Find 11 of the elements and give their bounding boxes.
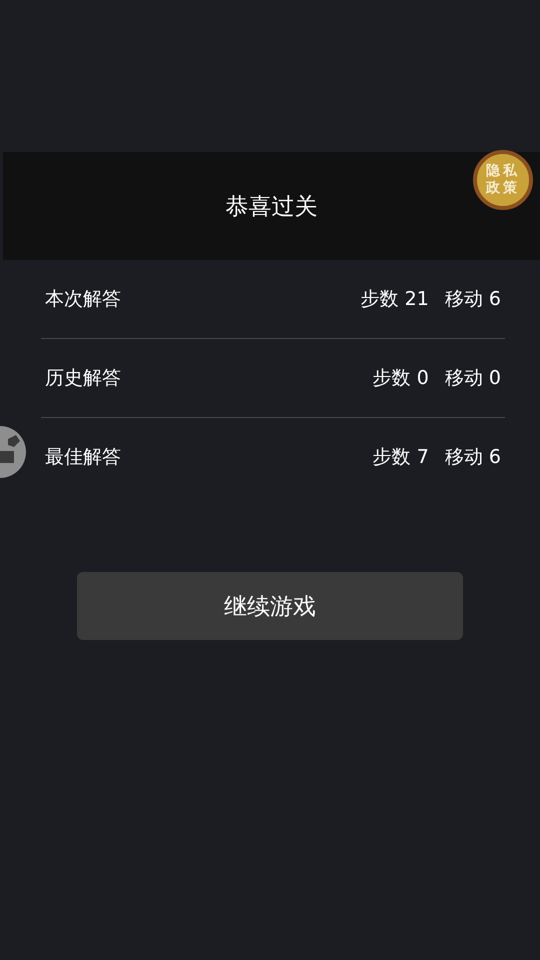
steps-value: 步数 0: [372, 366, 429, 391]
moves-value: 移动 6: [444, 445, 501, 470]
header-title: 恭喜过关: [226, 192, 318, 222]
result-label: 本次解答: [45, 287, 122, 312]
continue-button[interactable]: 继续游戏: [77, 572, 463, 640]
steps-value: 步数 7: [372, 445, 429, 470]
moves-value: 移动 0: [444, 366, 501, 391]
result-label: 最佳解答: [45, 445, 122, 470]
result-label: 历史解答: [45, 366, 122, 391]
steps-value: 步数 21: [360, 287, 429, 312]
moves-value: 移动 6: [444, 287, 501, 312]
